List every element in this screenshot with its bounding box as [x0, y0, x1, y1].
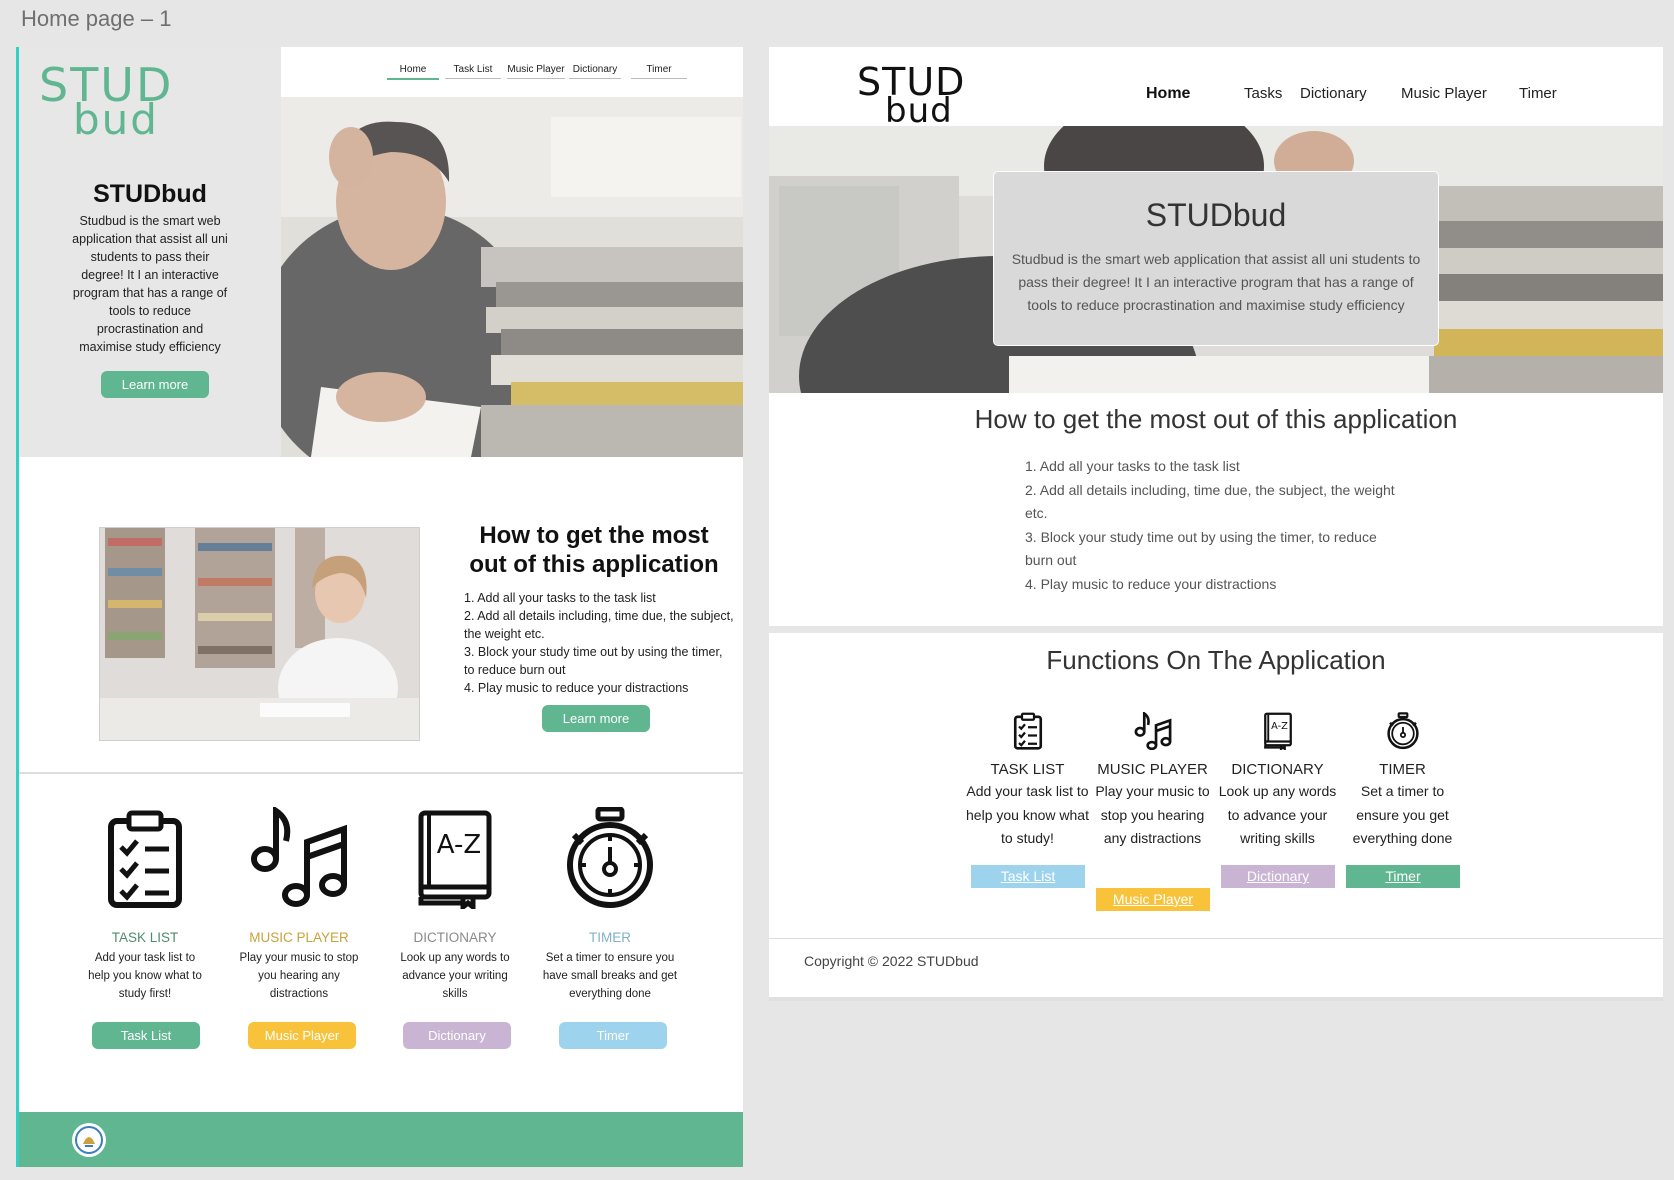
- function-dictionary: A-Z DICTIONARY Look up any words to adva…: [1215, 712, 1340, 851]
- instagram-icon: [519, 1060, 537, 1078]
- learn-more-button[interactable]: Learn more: [101, 371, 209, 398]
- functions-title: Functions On The Application: [1046, 645, 1386, 675]
- mockup-frame: STUD bud STUDbud Studbud is the smart we…: [16, 47, 743, 1167]
- function-title: DICTIONARY: [1231, 761, 1324, 778]
- twitter-icon: [665, 1059, 687, 1077]
- site-task-list-button[interactable]: Task List: [971, 865, 1085, 888]
- site-hero-title: STUDbud: [1145, 197, 1287, 233]
- task-list-button[interactable]: Task List: [92, 1022, 200, 1049]
- function-desc: Play your music to stop you hearing any …: [1095, 783, 1210, 846]
- site-timer-button[interactable]: Timer: [1346, 865, 1460, 888]
- clipboard-checklist-icon: [1013, 712, 1042, 750]
- feature-desc: Look up any words to advance your writin…: [400, 952, 510, 1000]
- music-player-button[interactable]: Music Player: [248, 1022, 356, 1049]
- nav-music-player[interactable]: Music Player: [507, 64, 565, 79]
- howto-step: 3. Block your study time out by using th…: [464, 645, 723, 677]
- function-desc: Set a timer to ensure you get everything…: [1352, 783, 1453, 846]
- site-logo[interactable]: STUD bud: [857, 63, 965, 128]
- function-music-player: MUSIC PLAYER Play your music to stop you…: [1090, 711, 1215, 851]
- site-music-player-button[interactable]: Music Player: [1096, 888, 1210, 911]
- svg-text:A-Z: A-Z: [1271, 721, 1288, 732]
- feature-desc: Set a timer to ensure you have small bre…: [542, 952, 678, 1000]
- instagram-label: Instagram: [541, 1064, 575, 1074]
- feature-title: TASK LIST: [111, 930, 179, 945]
- nav-dictionary[interactable]: Dictionary: [569, 64, 621, 79]
- hero-photo: [281, 97, 743, 457]
- footer-copyright: Copyright © 2022 STUDbud: [115, 1064, 240, 1075]
- frame-label: Home page – 1: [21, 6, 172, 31]
- twitter-label: Twitter: [690, 1064, 713, 1074]
- nav-home[interactable]: Home: [387, 64, 439, 80]
- site-howto-step: 1. Add all your tasks to the task list: [1025, 458, 1240, 474]
- function-desc: Look up any words to advance your writin…: [1218, 783, 1337, 846]
- howto-list: 1. Add all your tasks to the task list 2…: [464, 589, 734, 697]
- facebook-link[interactable]: Facebook: [591, 1059, 647, 1079]
- svg-text:A-Z: A-Z: [437, 830, 481, 860]
- feature-music-player: [239, 807, 359, 907]
- feature-title: DICTIONARY: [413, 930, 497, 945]
- section-divider: [19, 772, 743, 774]
- feature-desc: Play your music to stop you hearing any …: [239, 952, 359, 1000]
- feature-timer: [550, 807, 670, 909]
- section-separator: [769, 626, 1663, 633]
- function-title: TIMER: [1379, 761, 1426, 778]
- facebook-icon: [592, 1060, 610, 1078]
- dictionary-book-icon: A-Z: [1263, 712, 1292, 752]
- feature-task-list: [85, 809, 205, 909]
- dictionary-button[interactable]: Dictionary: [403, 1022, 511, 1049]
- page-bottom-edge: [769, 997, 1663, 1001]
- site-nav-home[interactable]: Home: [1146, 85, 1190, 103]
- clipboard-checklist-icon: [108, 810, 182, 908]
- dictionary-book-icon: A-Z: [418, 810, 492, 909]
- howto-title: How to get the most out of this applicat…: [469, 522, 719, 578]
- instagram-link[interactable]: Instagram: [518, 1059, 574, 1079]
- hero-description: Studbud is the smart web application tha…: [72, 214, 228, 354]
- stopwatch-icon: [1386, 712, 1419, 750]
- function-desc: Add your task list to help you know what…: [966, 783, 1089, 846]
- function-timer: TIMER Set a timer to ensure you get ever…: [1340, 712, 1465, 851]
- nav-timer[interactable]: Timer: [631, 64, 687, 79]
- site-hero-description: Studbud is the smart web application tha…: [1011, 251, 1421, 313]
- feature-desc: Add your task list to help you know what…: [88, 952, 202, 1000]
- student-photo: [99, 527, 420, 741]
- footer: [19, 1112, 743, 1167]
- site-howto-list: 1. Add all your tasks to the task list 2…: [1025, 455, 1405, 596]
- footer-divider: [769, 938, 1663, 939]
- site-nav-dictionary[interactable]: Dictionary: [1300, 85, 1367, 102]
- hero-title: STUDbud: [93, 180, 207, 208]
- nav-task-list[interactable]: Task List: [445, 64, 501, 79]
- site-copyright: Copyright © 2022 STUDbud: [804, 953, 979, 969]
- logo[interactable]: STUD bud: [39, 62, 173, 141]
- howto-step: 1. Add all your tasks to the task list: [464, 591, 656, 605]
- top-nav: Home Task List Music Player Dictionary T…: [281, 47, 743, 97]
- twitter-link[interactable]: Twitter: [665, 1059, 712, 1079]
- howto-step: 4. Play music to reduce your distraction…: [464, 681, 689, 695]
- site-dictionary-button[interactable]: Dictionary: [1221, 865, 1335, 888]
- learn-more-button-2[interactable]: Learn more: [542, 705, 650, 732]
- feature-dictionary: A-Z: [395, 809, 515, 909]
- site-howto-step: 2. Add all details including, time due, …: [1025, 481, 1395, 522]
- timer-button[interactable]: Timer: [559, 1022, 667, 1049]
- music-note-icon: [1134, 711, 1171, 751]
- facebook-label: Facebook: [614, 1064, 647, 1074]
- function-title: TASK LIST: [990, 761, 1065, 778]
- music-note-icon: [251, 807, 347, 907]
- university-seal-icon: [71, 1122, 107, 1163]
- site-nav-music-player[interactable]: Music Player: [1401, 85, 1487, 102]
- site-howto-title: How to get the most out of this applicat…: [974, 404, 1458, 434]
- site-nav-timer[interactable]: Timer: [1519, 85, 1557, 102]
- hero-card: STUDbud Studbud is the smart web applica…: [993, 171, 1439, 346]
- function-title: MUSIC PLAYER: [1097, 761, 1208, 778]
- website-frame: STUD bud Home Tasks Dictionary Music Pla…: [769, 47, 1663, 1001]
- site-howto-step: 3. Block your study time out by using th…: [1025, 528, 1377, 569]
- howto-step: 2. Add all details including, time due, …: [464, 609, 734, 641]
- site-howto-step: 4. Play music to reduce your distraction…: [1025, 575, 1277, 592]
- stopwatch-icon: [567, 807, 653, 908]
- site-nav-tasks[interactable]: Tasks: [1244, 85, 1282, 102]
- feature-title: MUSIC PLAYER: [249, 930, 349, 945]
- feature-title: TIMER: [589, 930, 631, 945]
- function-task-list: TASK LIST Add your task list to help you…: [965, 712, 1090, 851]
